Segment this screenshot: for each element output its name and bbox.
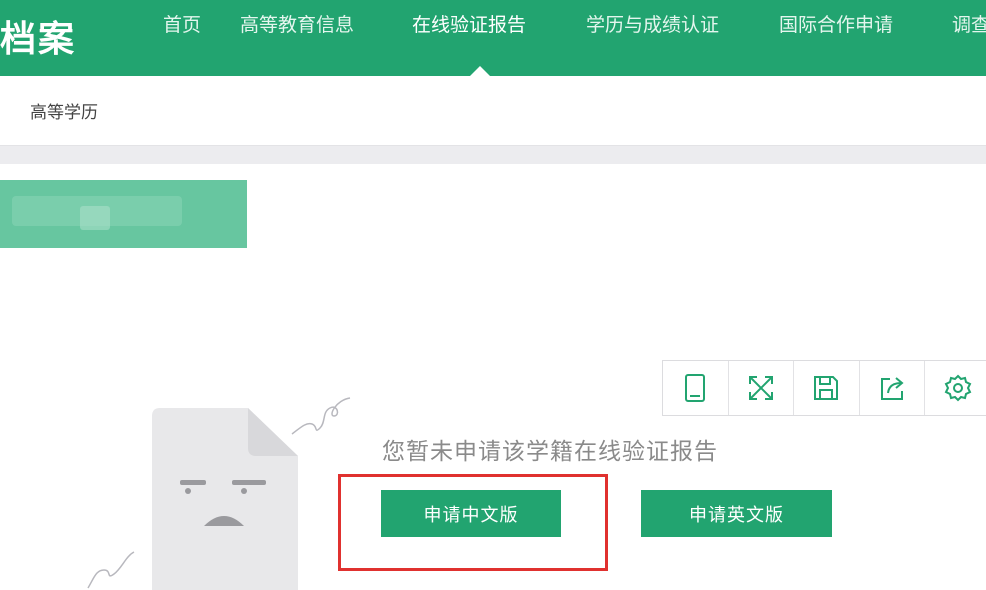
annotation-highlight-box (338, 474, 608, 571)
nav-item-international-cooperation[interactable]: 国际合作申请 (779, 10, 893, 40)
nav-item-higher-education-info[interactable]: 高等教育信息 (240, 10, 354, 40)
fullscreen-icon (748, 376, 773, 400)
section-divider (0, 146, 986, 164)
settings-button[interactable] (925, 361, 986, 415)
apply-english-version-button[interactable]: 申请英文版 (641, 490, 832, 537)
tablet-icon (685, 374, 706, 402)
decorative-squiggle (87, 551, 135, 589)
nav-item-degree-transcript-certification[interactable]: 学历与成绩认证 (586, 10, 719, 40)
sub-nav-bar: 高等学历 (0, 76, 986, 146)
nav-item-online-verification-report[interactable]: 在线验证报告 (412, 10, 526, 40)
site-brand[interactable]: 档案 (0, 10, 76, 62)
redacted-student-info (0, 180, 247, 248)
nav-item-home[interactable]: 首页 (163, 10, 201, 40)
empty-state-message: 您暂未申请该学籍在线验证报告 (382, 439, 718, 465)
tab-higher-education[interactable]: 高等学历 (30, 98, 98, 123)
decorative-squiggle (291, 397, 351, 435)
tablet-view-button[interactable] (663, 361, 729, 415)
report-toolbar (662, 360, 986, 416)
fullscreen-button[interactable] (729, 361, 795, 415)
nav-item-survey[interactable]: 调查 (952, 10, 986, 40)
save-button[interactable] (794, 361, 860, 415)
settings-icon (944, 374, 972, 402)
redacted-blur (80, 206, 110, 230)
save-icon (814, 376, 839, 400)
empty-document-illustration (152, 408, 298, 590)
share-button[interactable] (860, 361, 926, 415)
share-icon (881, 377, 904, 400)
active-nav-caret (470, 66, 490, 76)
top-nav-bar: 档案 首页 高等教育信息 在线验证报告 学历与成绩认证 国际合作申请 调查 (0, 0, 986, 76)
